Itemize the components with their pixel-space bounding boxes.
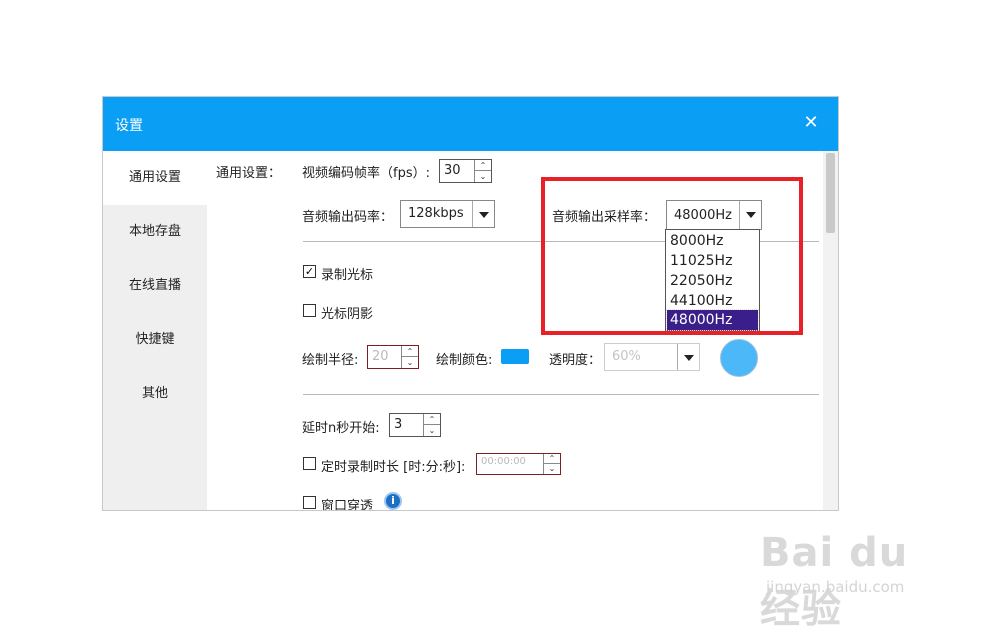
cursor-shadow-label: 光标阴影: [321, 307, 374, 322]
highlight-box: [541, 177, 803, 335]
watermark-url: jingyan.baidu.com: [766, 578, 905, 596]
sidebar-item-other[interactable]: 其他: [103, 367, 207, 421]
timed-record-stepper[interactable]: 00:00:00 ⌃ ⌄: [476, 453, 561, 475]
timed-record-value: 00:00:00: [481, 456, 526, 467]
chevron-down-icon[interactable]: [472, 201, 494, 227]
fps-label: 视频编码帧率（fps）:: [302, 166, 430, 181]
sidebar: 通用设置 本地存盘 在线直播 快捷键 其他: [103, 151, 207, 510]
timed-record-label: 定时录制时长 [时:分:秒]:: [321, 460, 466, 475]
radius-label: 绘制半径:: [302, 353, 359, 368]
window-through-label: 窗口穿透: [321, 499, 374, 511]
record-cursor-checkbox[interactable]: ✓: [303, 265, 316, 278]
opacity-select[interactable]: 60%: [604, 343, 700, 371]
audio-bitrate-label: 音频输出码率：: [302, 210, 394, 225]
watermark: Bai du 经验 jingyan.baidu.com: [760, 508, 950, 632]
delay-down-icon[interactable]: ⌄: [424, 425, 440, 436]
radius-stepper[interactable]: 20 ⌃ ⌄: [367, 345, 419, 369]
section-label: 通用设置：: [216, 166, 282, 181]
divider: [303, 394, 819, 395]
delay-label: 延时n秒开始:: [302, 421, 380, 436]
audio-bitrate-value: 128kbps: [408, 206, 464, 221]
fps-value: 30: [444, 163, 461, 178]
fps-up-icon[interactable]: ⌃: [475, 160, 491, 171]
scrollbar[interactable]: [823, 151, 838, 510]
timed-record-checkbox[interactable]: [303, 457, 316, 470]
scrollbar-thumb[interactable]: [826, 153, 835, 233]
info-icon[interactable]: i: [384, 492, 402, 510]
fps-down-icon[interactable]: ⌄: [475, 171, 491, 182]
opacity-value: 60%: [612, 349, 641, 364]
chevron-down-icon[interactable]: [677, 344, 699, 370]
color-label: 绘制颜色:: [436, 353, 493, 368]
opacity-label: 透明度：: [549, 353, 602, 368]
delay-value: 3: [394, 417, 403, 432]
title-bar: 设置 ✕: [103, 97, 838, 151]
sidebar-item-general[interactable]: 通用设置: [103, 151, 207, 205]
dialog-title: 设置: [115, 118, 143, 134]
timed-up-icon[interactable]: ⌃: [544, 454, 560, 464]
audio-bitrate-select[interactable]: 128kbps: [400, 200, 495, 228]
delay-up-icon[interactable]: ⌃: [424, 414, 440, 425]
window-through-checkbox[interactable]: [303, 496, 316, 509]
color-swatch[interactable]: [501, 349, 529, 364]
record-cursor-label: 录制光标: [321, 268, 374, 283]
radius-down-icon[interactable]: ⌄: [402, 357, 418, 368]
cursor-shadow-checkbox[interactable]: [303, 304, 316, 317]
radius-value: 20: [372, 349, 389, 364]
close-icon[interactable]: ✕: [800, 112, 822, 134]
sidebar-item-hotkeys[interactable]: 快捷键: [103, 313, 207, 367]
fps-stepper[interactable]: 30 ⌃ ⌄: [439, 159, 492, 183]
delay-stepper[interactable]: 3 ⌃ ⌄: [389, 413, 441, 437]
timed-down-icon[interactable]: ⌄: [544, 464, 560, 474]
sidebar-item-local-storage[interactable]: 本地存盘: [103, 205, 207, 259]
radius-up-icon[interactable]: ⌃: [402, 346, 418, 357]
sidebar-item-live-stream[interactable]: 在线直播: [103, 259, 207, 313]
cursor-preview-circle: [720, 339, 758, 377]
